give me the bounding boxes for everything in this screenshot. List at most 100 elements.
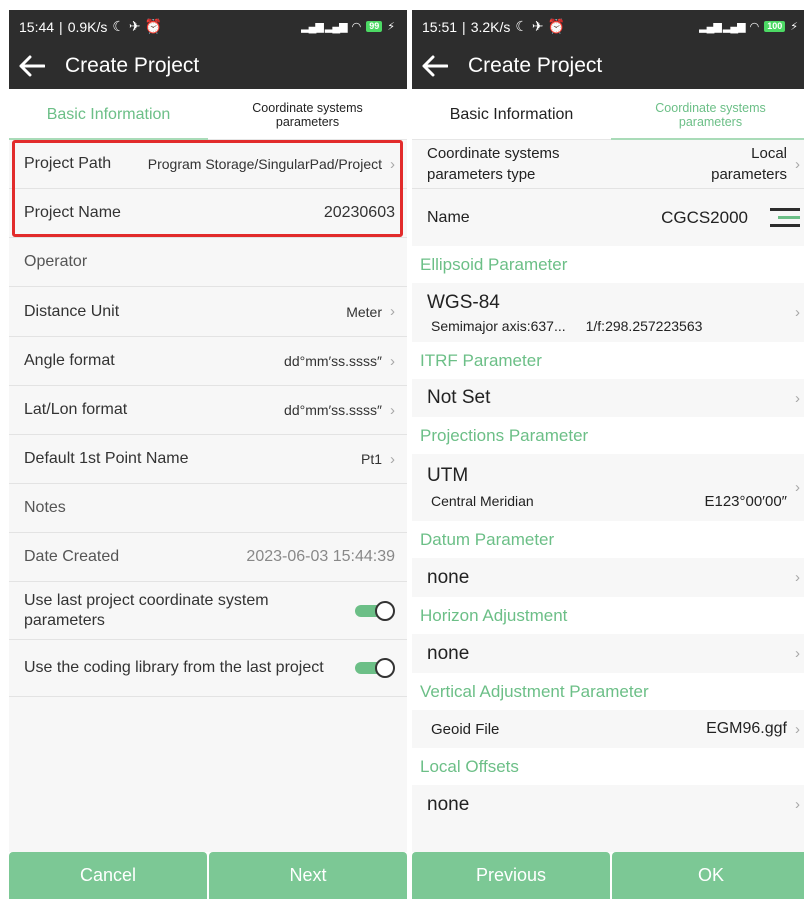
status-bar: 15:51 | 3.2K/s ☾ ✈ ⏰ ▂▄▆ ▂▄▆ ◠ 100 ⚡ [412, 10, 804, 43]
chevron-right-icon: › [795, 796, 800, 813]
date-created-label: Date Created [24, 548, 120, 565]
notes-row[interactable]: Notes [9, 484, 407, 533]
next-button[interactable]: Next [209, 852, 407, 899]
chevron-right-icon: › [390, 155, 395, 173]
project-name-value[interactable]: 20230603 [324, 204, 395, 222]
central-meridian-label: Central Meridian [431, 493, 534, 509]
bottom-button-bar: Cancel Next [9, 852, 407, 899]
section-itrf: ITRF Parameter [412, 342, 804, 379]
section-datum: Datum Parameter [412, 521, 804, 558]
use-coding-row[interactable]: Use the coding library from the last pro… [9, 640, 407, 697]
use-last-coord-toggle[interactable] [355, 600, 395, 621]
date-created-value: 2023-06-03 15:44:39 [246, 548, 395, 565]
geoid-row[interactable]: Geoid File EGM96.ggf › [412, 710, 804, 748]
operator-label: Operator [24, 253, 88, 270]
cancel-button[interactable]: Cancel [9, 852, 207, 899]
project-name-label: Project Name [24, 204, 121, 221]
previous-button[interactable]: Previous [412, 852, 610, 899]
semimajor-axis: Semimajor axis:637... [431, 317, 566, 334]
name-row[interactable]: Name CGCS2000 [412, 189, 804, 246]
distance-unit-row[interactable]: Distance Unit Meter › [9, 287, 407, 337]
distance-unit-value: Meter [346, 303, 382, 320]
wifi-icon: ◠ [351, 21, 362, 33]
status-icons: ☾ ✈ ⏰ [112, 18, 162, 34]
status-time: 15:51 [422, 18, 458, 35]
app-bar: Create Project [9, 43, 407, 89]
list-icon[interactable] [770, 203, 800, 233]
geoid-label: Geoid File [431, 720, 500, 738]
project-name-row[interactable]: Project Name 20230603 [9, 189, 407, 238]
chevron-right-icon: › [390, 401, 395, 419]
project-path-row[interactable]: Project Path Program Storage/SingularPad… [9, 140, 407, 189]
tab-basic-information[interactable]: Basic Information [412, 89, 611, 140]
section-offsets: Local Offsets [412, 748, 804, 785]
coord-type-value: Local parameters [711, 145, 787, 183]
latlon-format-row[interactable]: Lat/Lon format dd°mm′ss.ssss″ › [9, 386, 407, 435]
status-speed: 3.2K/s [470, 18, 511, 35]
tab-basic-information[interactable]: Basic Information [9, 89, 208, 140]
use-last-coord-label: Use last project coordinate system param… [24, 591, 269, 629]
app-bar: Create Project [412, 43, 804, 89]
chevron-right-icon: › [795, 304, 800, 321]
central-meridian-value: E123°00′00″ [704, 493, 787, 510]
coord-type-label: Coordinate systems parameters type [427, 145, 560, 183]
angle-format-value: dd°mm′ss.ssss″ [284, 353, 382, 369]
charging-icon: ⚡ [790, 21, 798, 33]
ellipsoid-row[interactable]: WGS-84 Semimajor axis:637... 1/f:298.257… [412, 283, 804, 342]
section-horizon: Horizon Adjustment [412, 597, 804, 634]
angle-format-label: Angle format [24, 352, 115, 369]
angle-format-row[interactable]: Angle format dd°mm′ss.ssss″ › [9, 337, 407, 386]
chevron-right-icon: › [795, 155, 800, 173]
chevron-right-icon: › [390, 303, 395, 320]
horizon-value: none [427, 642, 470, 664]
date-created-row: Date Created 2023-06-03 15:44:39 [9, 533, 407, 582]
tab-label: Coordinate systems parameters [655, 100, 766, 129]
latlon-format-value: dd°mm′ss.ssss″ [284, 402, 382, 418]
chevron-right-icon: › [795, 479, 800, 496]
datum-row[interactable]: none › [412, 558, 804, 597]
signal-icon: ▂▄▆ ▂▄▆ [301, 21, 347, 33]
tab-label: Basic Information [449, 105, 574, 123]
flattening: 1/f:298.257223563 [585, 317, 703, 334]
operator-row[interactable]: Operator [9, 238, 407, 287]
ellipsoid-name: WGS-84 [427, 291, 500, 313]
project-path-label: Project Path [24, 155, 112, 172]
ok-button[interactable]: OK [612, 852, 804, 899]
project-path-value: Program Storage/SingularPad/Project [147, 156, 382, 172]
use-last-coord-row[interactable]: Use last project coordinate system param… [9, 582, 407, 640]
section-vertical: Vertical Adjustment Parameter [412, 673, 804, 710]
itrf-row[interactable]: Not Set › [412, 379, 804, 417]
geoid-value: EGM96.ggf [706, 720, 787, 737]
phone-screen-basic-information: 15:44 | 0.9K/s ☾ ✈ ⏰ ▂▄▆ ▂▄▆ ◠ 99 ⚡ Crea… [9, 10, 407, 899]
tab-coordinate-systems[interactable]: Coordinate systems parameters [208, 89, 407, 140]
projection-row[interactable]: UTM Central Meridian E123°00′00″ › [412, 454, 804, 521]
chevron-right-icon: › [795, 569, 800, 586]
page-title: Create Project [65, 54, 200, 77]
distance-unit-label: Distance Unit [24, 302, 120, 320]
first-point-row[interactable]: Default 1st Point Name Pt1 › [9, 435, 407, 484]
notes-label: Notes [24, 499, 66, 516]
status-bar: 15:44 | 0.9K/s ☾ ✈ ⏰ ▂▄▆ ▂▄▆ ◠ 99 ⚡ [9, 10, 407, 43]
phone-screen-coordinate-systems: 15:51 | 3.2K/s ☾ ✈ ⏰ ▂▄▆ ▂▄▆ ◠ 100 ⚡ Cre… [412, 10, 804, 899]
battery-icon: 100 [764, 21, 786, 32]
use-coding-toggle[interactable] [355, 658, 395, 678]
itrf-value: Not Set [427, 387, 491, 408]
signal-icon: ▂▄▆ ▂▄▆ [699, 21, 745, 33]
coord-type-row[interactable]: Coordinate systems parameters type Local… [412, 140, 804, 189]
first-point-value: Pt1 [360, 451, 382, 467]
horizon-row[interactable]: none › [412, 634, 804, 673]
tab-coordinate-systems[interactable]: Coordinate systems parameters [611, 89, 804, 140]
tab-bar: Basic Information Coordinate systems par… [9, 89, 407, 140]
charging-icon: ⚡ [387, 21, 395, 33]
datum-value: none [427, 566, 470, 588]
offsets-row[interactable]: none › [412, 785, 804, 824]
name-label: Name [427, 208, 470, 226]
section-projections: Projections Parameter [412, 417, 804, 454]
arrow-left-icon[interactable] [19, 52, 47, 80]
chevron-right-icon: › [795, 389, 800, 407]
chevron-right-icon: › [795, 720, 800, 738]
chevron-right-icon: › [390, 352, 395, 370]
tab-label: Basic Information [46, 105, 171, 123]
tab-bar: Basic Information Coordinate systems par… [412, 89, 804, 140]
arrow-left-icon[interactable] [422, 52, 450, 80]
